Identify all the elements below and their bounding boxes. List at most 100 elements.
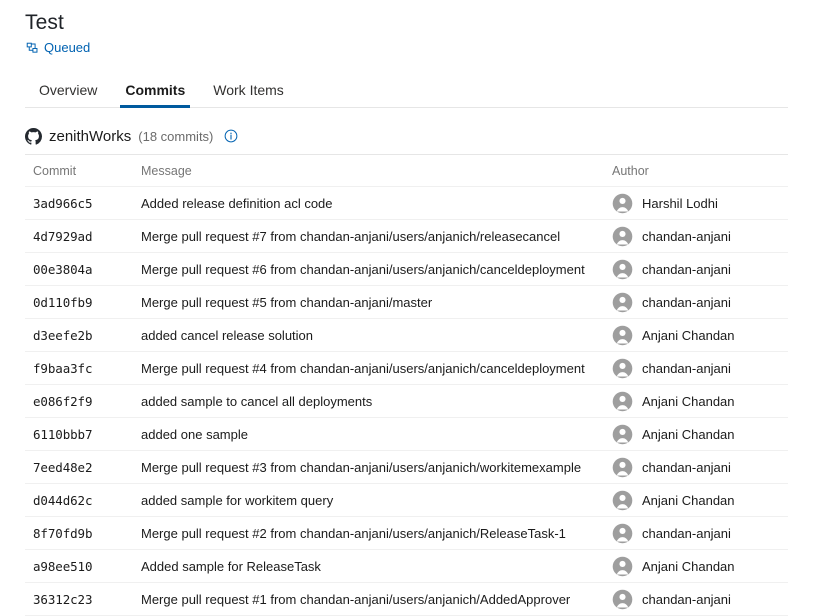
cell-commit[interactable]: 00e3804a — [25, 253, 141, 286]
repository-name: zenithWorks — [49, 128, 131, 145]
author-name: Anjani Chandan — [642, 559, 735, 574]
table-row[interactable]: 7eed48e2 Merge pull request #3 from chan… — [25, 451, 788, 484]
author-name: chandan-anjani — [642, 526, 731, 541]
author-name: chandan-anjani — [642, 262, 731, 277]
avatar-icon — [612, 391, 633, 412]
cell-commit[interactable]: f9baa3fc — [25, 352, 141, 385]
cell-message: Merge pull request #4 from chandan-anjan… — [141, 352, 612, 385]
author-group: Anjani Chandan — [612, 490, 788, 511]
cell-message: added sample for workitem query — [141, 484, 612, 517]
cell-commit[interactable]: 8f70fd9b — [25, 517, 141, 550]
author-group: chandan-anjani — [612, 523, 788, 544]
github-icon — [24, 127, 42, 145]
table-row[interactable]: 0d110fb9 Merge pull request #5 from chan… — [25, 286, 788, 319]
author-group: Harshil Lodhi — [612, 193, 788, 214]
tab-bar: Overview Commits Work Items — [0, 76, 824, 108]
info-icon[interactable] — [223, 129, 238, 144]
author-group: chandan-anjani — [612, 358, 788, 379]
cell-commit[interactable]: d044d62c — [25, 484, 141, 517]
status-row[interactable]: Queued — [25, 40, 824, 56]
commit-message: added one sample — [141, 427, 612, 442]
avatar-icon — [612, 358, 633, 379]
table-row[interactable]: d044d62c added sample for workitem query… — [25, 484, 788, 517]
author-group: chandan-anjani — [612, 589, 788, 610]
avatar-icon — [612, 325, 633, 346]
cell-author: chandan-anjani — [612, 253, 788, 286]
commits-table-wrapper: Commit Message Author 3ad966c5 Added rel… — [0, 154, 824, 616]
author-name: Anjani Chandan — [642, 328, 735, 343]
avatar — [612, 490, 633, 511]
commit-hash[interactable]: 8f70fd9b — [33, 526, 92, 541]
table-row[interactable]: 00e3804a Merge pull request #6 from chan… — [25, 253, 788, 286]
commit-hash[interactable]: 3ad966c5 — [33, 196, 92, 211]
cell-author: Harshil Lodhi — [612, 187, 788, 220]
table-row[interactable]: a98ee510 Added sample for ReleaseTask An… — [25, 550, 788, 583]
commit-message: Added sample for ReleaseTask — [141, 559, 612, 574]
avatar — [612, 292, 633, 313]
commit-message: Merge pull request #2 from chandan-anjan… — [141, 526, 612, 541]
cell-commit[interactable]: d3eefe2b — [25, 319, 141, 352]
author-name: chandan-anjani — [642, 361, 731, 376]
tab-commits[interactable]: Commits — [111, 81, 199, 108]
commit-hash[interactable]: 7eed48e2 — [33, 460, 92, 475]
cell-message: added cancel release solution — [141, 319, 612, 352]
avatar-icon — [612, 490, 633, 511]
table-row[interactable]: 4d7929ad Merge pull request #7 from chan… — [25, 220, 788, 253]
commit-hash[interactable]: d044d62c — [33, 493, 92, 508]
author-group: chandan-anjani — [612, 259, 788, 280]
commit-hash[interactable]: 0d110fb9 — [33, 295, 92, 310]
avatar — [612, 226, 633, 247]
column-header-message: Message — [141, 155, 612, 187]
cell-commit[interactable]: a98ee510 — [25, 550, 141, 583]
avatar-icon — [612, 259, 633, 280]
cell-message: added sample to cancel all deployments — [141, 385, 612, 418]
author-name: chandan-anjani — [642, 295, 731, 310]
cell-commit[interactable]: 4d7929ad — [25, 220, 141, 253]
cell-commit[interactable]: 7eed48e2 — [25, 451, 141, 484]
table-row[interactable]: 6110bbb7 added one sample Anjani Chandan — [25, 418, 788, 451]
commit-hash[interactable]: 36312c23 — [33, 592, 92, 607]
cell-author: chandan-anjani — [612, 286, 788, 319]
status-badge[interactable]: Queued — [44, 40, 90, 56]
commit-message: added cancel release solution — [141, 328, 612, 343]
cell-commit[interactable]: 3ad966c5 — [25, 187, 141, 220]
cell-commit[interactable]: 36312c23 — [25, 583, 141, 616]
author-name: chandan-anjani — [642, 229, 731, 244]
avatar-icon — [612, 292, 633, 313]
table-row[interactable]: e086f2f9 added sample to cancel all depl… — [25, 385, 788, 418]
avatar-icon — [612, 424, 633, 445]
commit-hash[interactable]: a98ee510 — [33, 559, 92, 574]
author-group: Anjani Chandan — [612, 424, 788, 445]
commit-hash[interactable]: 4d7929ad — [33, 229, 92, 244]
cell-author: Anjani Chandan — [612, 484, 788, 517]
commit-hash[interactable]: d3eefe2b — [33, 328, 92, 343]
avatar — [612, 391, 633, 412]
cell-commit[interactable]: 0d110fb9 — [25, 286, 141, 319]
avatar-icon — [612, 193, 633, 214]
table-row[interactable]: 36312c23 Merge pull request #1 from chan… — [25, 583, 788, 616]
commit-hash[interactable]: 6110bbb7 — [33, 427, 92, 442]
page-title: Test — [25, 10, 824, 36]
avatar — [612, 556, 633, 577]
table-row[interactable]: d3eefe2b added cancel release solution A… — [25, 319, 788, 352]
commit-count: (18 commits) — [138, 129, 213, 144]
table-row[interactable]: 8f70fd9b Merge pull request #2 from chan… — [25, 517, 788, 550]
avatar — [612, 589, 633, 610]
tab-overview[interactable]: Overview — [25, 81, 111, 108]
commit-message: added sample for workitem query — [141, 493, 612, 508]
cell-commit[interactable]: 6110bbb7 — [25, 418, 141, 451]
tab-work-items[interactable]: Work Items — [199, 81, 298, 108]
author-group: chandan-anjani — [612, 457, 788, 478]
avatar — [612, 424, 633, 445]
author-name: Anjani Chandan — [642, 427, 735, 442]
avatar-icon — [612, 523, 633, 544]
cell-author: chandan-anjani — [612, 352, 788, 385]
commit-hash[interactable]: 00e3804a — [33, 262, 92, 277]
table-row[interactable]: 3ad966c5 Added release definition acl co… — [25, 187, 788, 220]
cell-commit[interactable]: e086f2f9 — [25, 385, 141, 418]
cell-author: Anjani Chandan — [612, 418, 788, 451]
commit-hash[interactable]: e086f2f9 — [33, 394, 92, 409]
cell-message: Merge pull request #7 from chandan-anjan… — [141, 220, 612, 253]
commit-hash[interactable]: f9baa3fc — [33, 361, 92, 376]
table-row[interactable]: f9baa3fc Merge pull request #4 from chan… — [25, 352, 788, 385]
